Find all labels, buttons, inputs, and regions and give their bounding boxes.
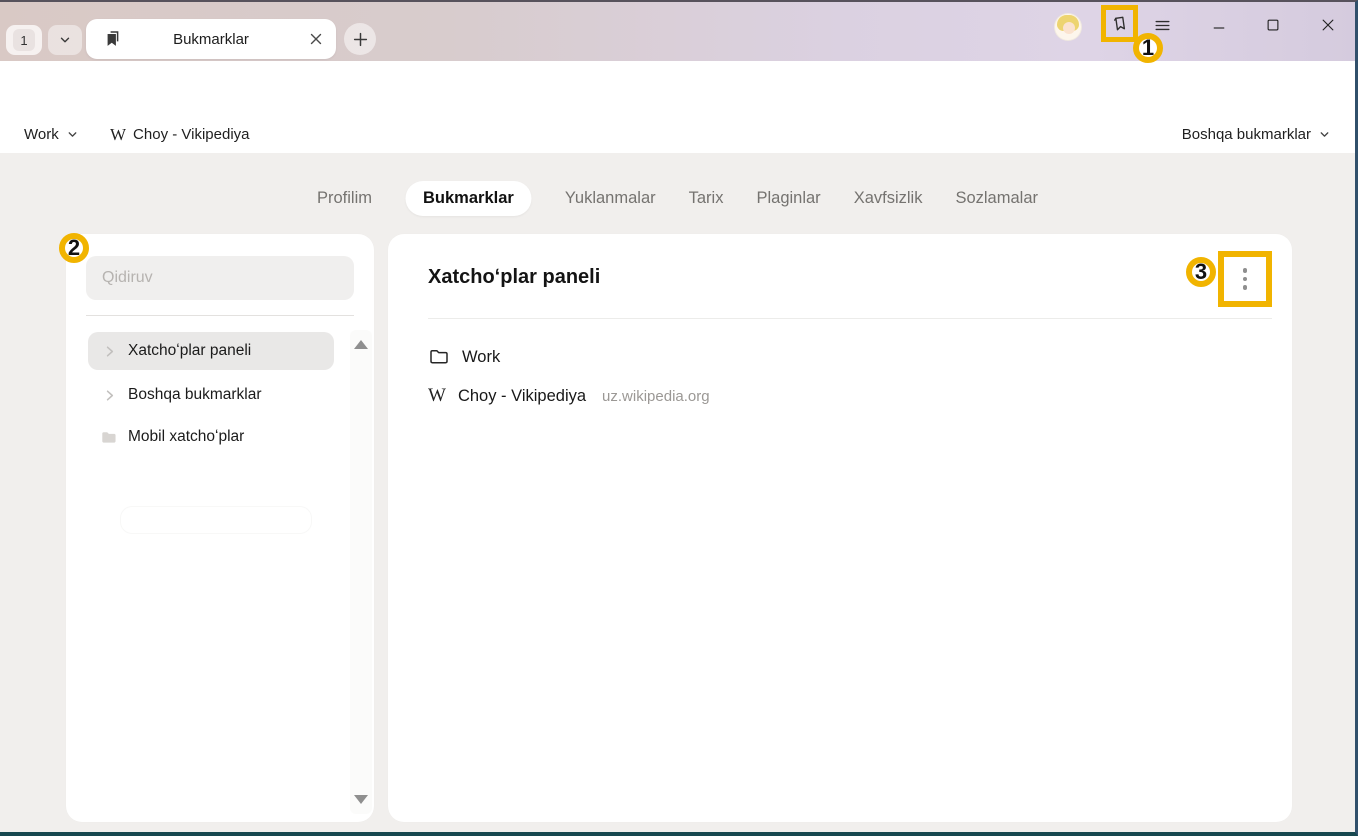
folder-outline-icon [428,346,450,368]
browser-window: 1 Bukmarklar [0,0,1358,836]
tab-yuklanmalar[interactable]: Yuklanmalar [565,189,656,208]
bookmarks-bar-folder-work[interactable]: Work [24,116,79,153]
sidebar-item-mobile-bookmarks[interactable]: Mobil xatchoʻplar [88,418,334,456]
bookmarks-bar: Work W Choy - Vikipediya Boshqa bukmarkl… [0,116,1355,153]
other-bookmarks-label: Boshqa bukmarklar [1182,126,1311,143]
window-minimize-button[interactable] [1206,12,1232,38]
address-toolbar: Я bookmarks Bukmarklar [0,61,1355,116]
tab-title: Bukmarklar [173,31,249,48]
sidebar-item-label: Xatchoʻplar paneli [128,342,251,360]
annotation-highlight-box-3 [1218,251,1272,307]
sidebar-item-bookmarks-panel[interactable]: Xatchoʻplar paneli [88,332,334,370]
chevron-right-icon[interactable] [100,386,118,404]
tab-bukmarklar[interactable]: Bukmarklar [405,181,532,216]
bookmarks-panel-icon[interactable] [1109,13,1131,35]
annotation-step-3: 3 [1186,257,1216,287]
wikipedia-w-icon: W [428,385,446,407]
folder-icon [100,428,118,446]
bookmark-row-label: Choy - Vikipediya [458,387,586,406]
panel-menu-kebab-icon[interactable] [1243,268,1248,290]
chevron-right-icon[interactable] [100,342,118,360]
active-tab[interactable]: Bukmarklar [86,19,336,59]
sidebar-scrollbar[interactable] [350,330,372,814]
annotation-highlight-box-1 [1101,5,1138,42]
bookmarks-manager-page: Profilim Bukmarklar Yuklanmalar Tarix Pl… [0,153,1355,832]
bookmark-row-folder-work[interactable]: Work [428,337,500,377]
tab-profilim[interactable]: Profilim [317,189,372,208]
sidebar-divider [86,315,354,316]
minimize-icon [1210,16,1228,34]
bookmark-row-label: Work [462,348,500,367]
wikipedia-w-icon: W [110,125,126,145]
sidebar-item-label: Boshqa bukmarklar [128,386,262,404]
tab-sozlamalar[interactable]: Sozlamalar [955,189,1038,208]
sidebar-item-other-bookmarks[interactable]: Boshqa bukmarklar [88,376,334,414]
tab-counter-button[interactable]: 1 [6,25,42,55]
panel-divider [428,318,1272,319]
tab-close-icon[interactable] [308,31,324,47]
tab-xavfsizlik[interactable]: Xavfsizlik [854,189,923,208]
window-close-button[interactable] [1315,12,1341,38]
settings-nav-tabs: Profilim Bukmarklar Yuklanmalar Tarix Pl… [317,179,1038,217]
scroll-up-icon[interactable] [354,340,368,349]
bookmark-choy-label: Choy - Vikipediya [133,126,249,143]
chevron-down-icon [58,33,72,47]
scroll-down-icon[interactable] [354,795,368,804]
close-icon [1319,16,1337,34]
annotation-step-2: 2 [59,233,89,263]
new-tab-button[interactable] [344,23,376,55]
bookmarks-sidebar: Xatchoʻplar paneli Boshqa bukmarklar Mob… [66,234,374,822]
bookmark-row-url: uz.wikipedia.org [602,388,710,405]
drag-ghost-artifact [120,506,312,534]
chevron-down-icon [1318,128,1331,141]
tab-plaginlar[interactable]: Plaginlar [756,189,820,208]
tab-tarix[interactable]: Tarix [689,189,724,208]
panel-title: Xatchoʻplar paneli [428,266,600,289]
maximize-icon [1264,16,1282,34]
folder-work-label: Work [24,126,59,143]
profile-avatar[interactable] [1054,13,1082,41]
bookmarks-panel-card: Xatchoʻplar paneli Work W Choy - Vikiped… [388,234,1292,822]
search-input[interactable] [86,256,354,300]
bookmarks-favicon-icon [102,29,122,49]
window-maximize-button[interactable] [1260,12,1286,38]
plus-icon [352,31,369,48]
bookmark-row-choy[interactable]: W Choy - Vikipediya uz.wikipedia.org [428,376,710,416]
tab-list-dropdown-button[interactable] [48,25,82,55]
annotation-step-1: 1 [1133,33,1163,63]
chevron-down-icon [66,128,79,141]
bookmarks-bar-item-choy[interactable]: W Choy - Vikipediya [110,116,250,153]
hamburger-menu-icon [1153,16,1172,35]
other-bookmarks-button[interactable]: Boshqa bukmarklar [1182,116,1331,153]
sidebar-item-label: Mobil xatchoʻplar [128,428,244,446]
tab-counter-value: 1 [13,29,35,51]
